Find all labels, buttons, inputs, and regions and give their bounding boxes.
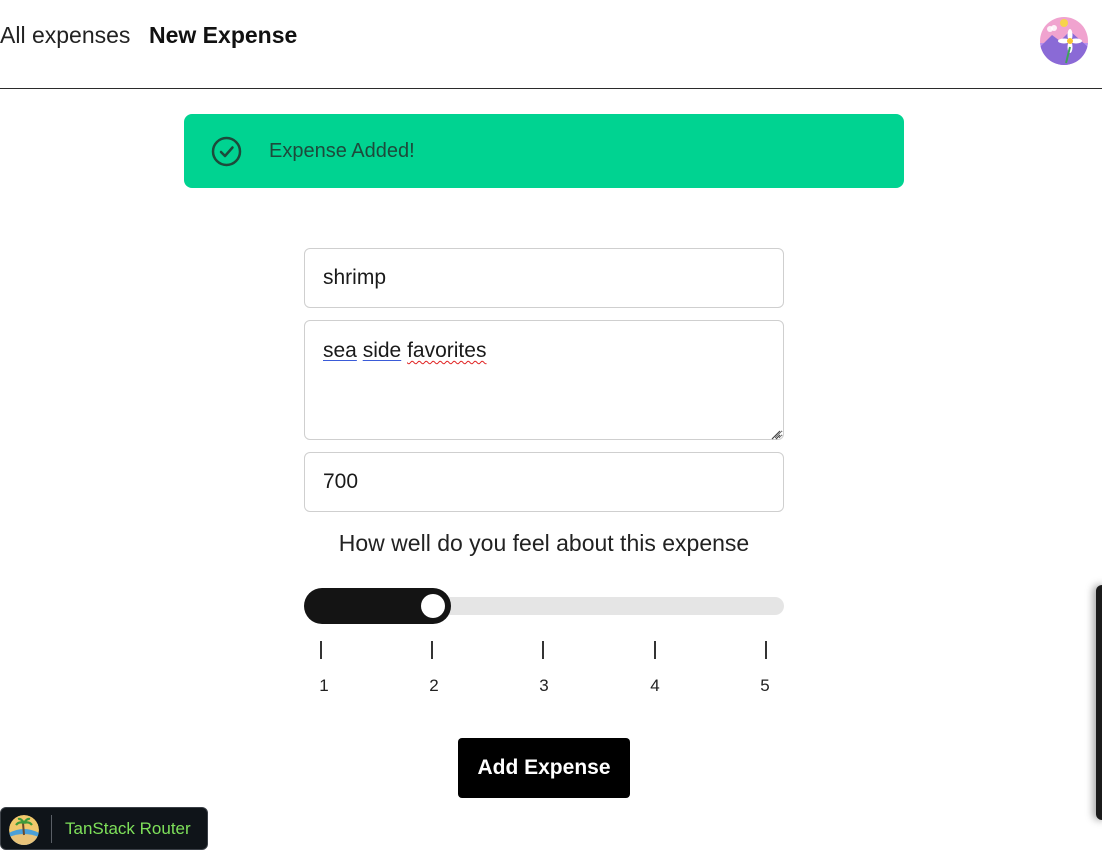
slider-tick [542, 641, 544, 659]
slider-tick [320, 641, 322, 659]
side-panel-edge[interactable] [1096, 585, 1102, 820]
slider-label: 2 [429, 676, 439, 695]
expense-description-textarea[interactable] [304, 320, 784, 440]
user-avatar[interactable] [1040, 17, 1088, 65]
slider-tick [654, 641, 656, 659]
badge-divider [51, 815, 52, 843]
toast-message: Expense Added! [269, 140, 415, 162]
nav-link-all-expenses[interactable]: All expenses [0, 22, 130, 49]
expense-title-input[interactable] [304, 248, 784, 308]
devtools-label: TanStack Router [65, 819, 191, 838]
add-expense-button[interactable]: Add Expense [458, 738, 630, 798]
slider-tick [431, 641, 433, 659]
avatar-illustration-icon [1040, 17, 1088, 65]
tanstack-router-devtools-button[interactable]: TanStack Router [0, 807, 208, 850]
slider-tick [765, 641, 767, 659]
resize-handle-icon[interactable] [770, 427, 781, 440]
expense-amount-input[interactable] [304, 452, 784, 512]
slider-label: 5 [760, 676, 770, 695]
top-nav: All expenses New Expense [0, 0, 1102, 89]
rating-slider-thumb[interactable] [421, 594, 445, 618]
slider-label: 1 [319, 676, 329, 695]
slider-label: 3 [539, 676, 549, 695]
success-toast: Expense Added! [184, 114, 904, 188]
description-text: sea side favorites [323, 339, 487, 362]
check-circle-icon [211, 136, 242, 167]
slider-label: 4 [650, 676, 660, 695]
nav-link-new-expense[interactable]: New Expense [149, 22, 297, 49]
rating-question: How well do you feel about this expense [338, 530, 750, 556]
tanstack-logo-icon [9, 815, 39, 845]
